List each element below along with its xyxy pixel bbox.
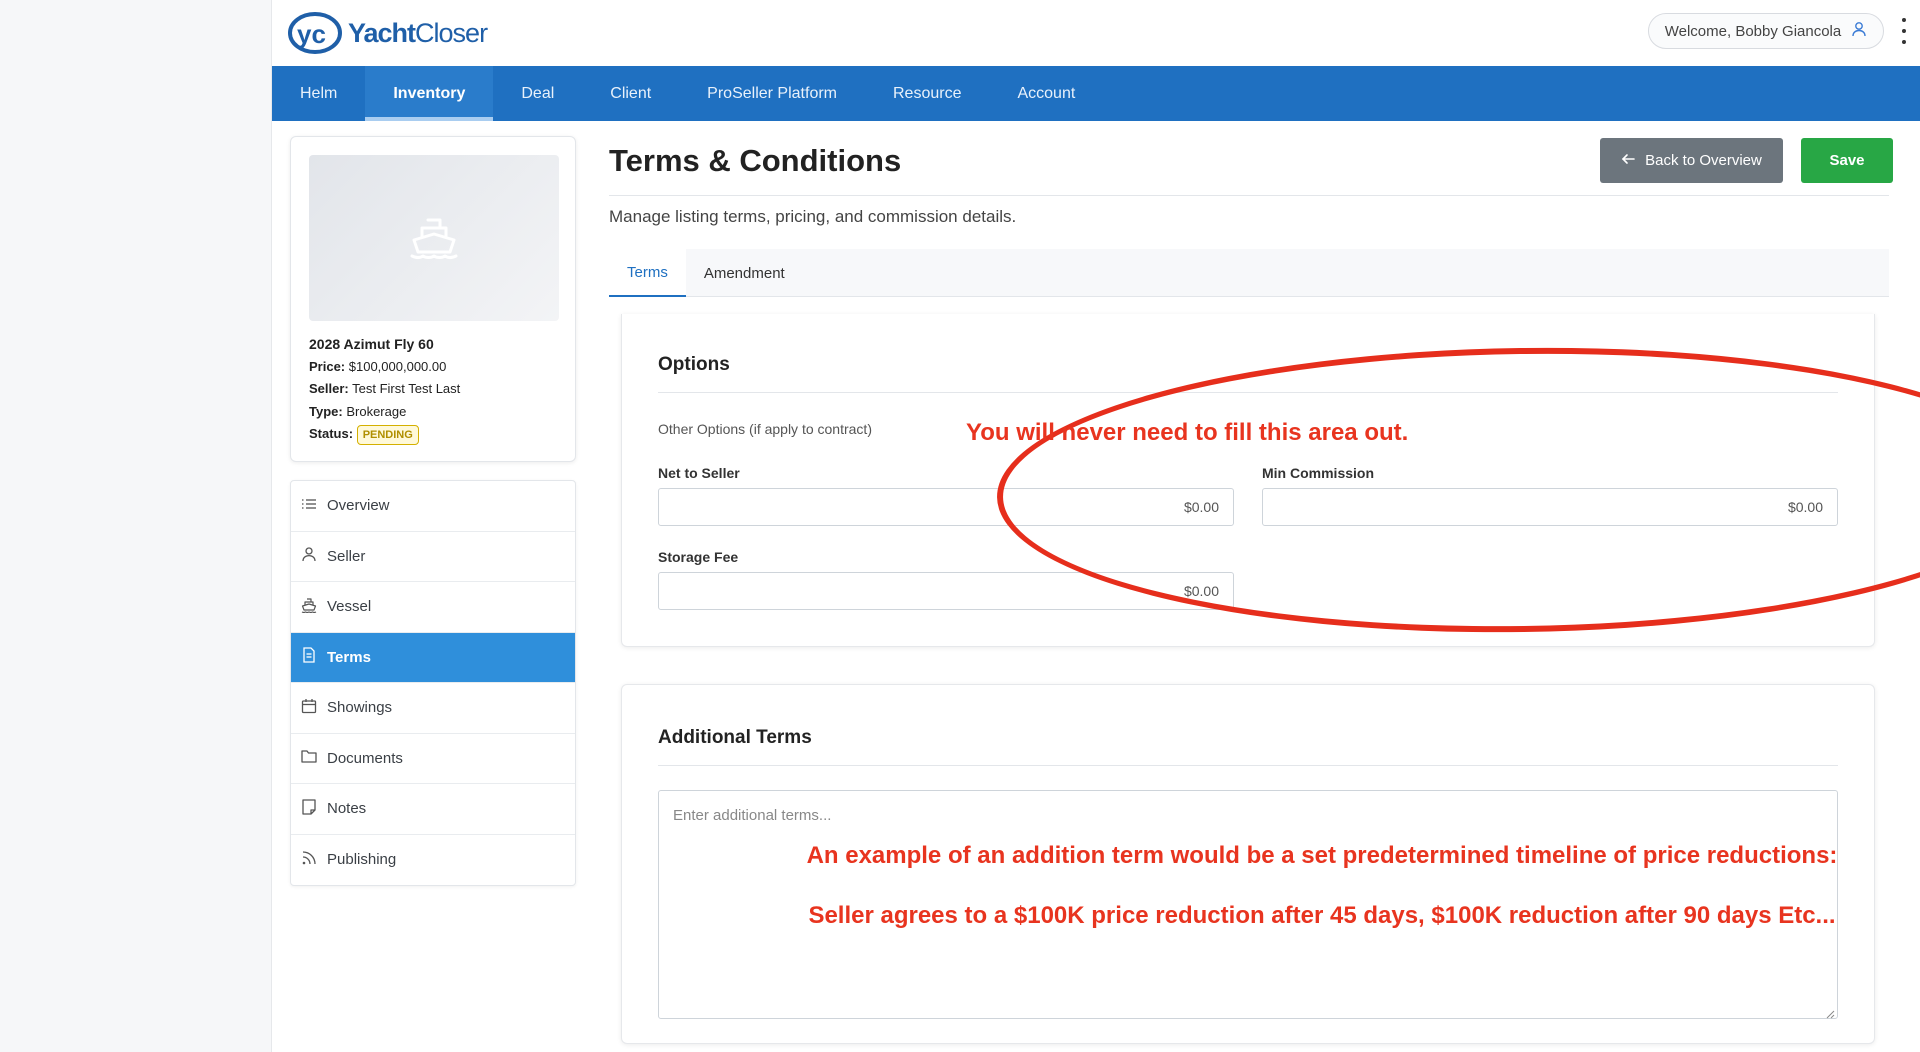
top-bar: yc YachtCloser Welcome, Bobby Giancola bbox=[272, 0, 1920, 66]
nav-client[interactable]: Client bbox=[582, 66, 679, 121]
net-to-seller-label: Net to Seller bbox=[658, 465, 740, 481]
vessel-summary-card: 2028 Azimut Fly 60 Price: $100,000,000.0… bbox=[290, 136, 576, 462]
sidebar-item-label: Documents bbox=[327, 749, 403, 767]
sidebar-item-label: Terms bbox=[327, 648, 371, 666]
options-panel: Options Other Options (if apply to contr… bbox=[621, 314, 1875, 647]
more-menu-icon[interactable] bbox=[1900, 18, 1908, 44]
net-to-seller-input[interactable]: $0.00 bbox=[658, 488, 1234, 526]
sidebar-item-seller[interactable]: Seller bbox=[291, 532, 575, 582]
storage-fee-label: Storage Fee bbox=[658, 549, 739, 565]
user-menu-button[interactable]: Welcome, Bobby Giancola bbox=[1648, 13, 1884, 49]
status-badge: PENDING bbox=[356, 425, 419, 445]
vessel-type: Brokerage bbox=[346, 403, 407, 419]
boat-icon bbox=[301, 597, 317, 617]
nav-deal[interactable]: Deal bbox=[493, 66, 582, 121]
vessel-seller: Test First Test Last bbox=[352, 381, 461, 396]
resize-grip-icon[interactable] bbox=[1825, 1006, 1835, 1019]
sidebar-item-label: Seller bbox=[327, 547, 366, 565]
sidebar-item-label: Publishing bbox=[327, 851, 397, 869]
vessel-price-row: Price: $100,000,000.00 bbox=[309, 358, 447, 374]
annotation-terms-note-2: Seller agrees to a $100K price reduction… bbox=[808, 902, 1836, 929]
note-icon bbox=[301, 799, 317, 819]
listing-sidebar-nav: Overview Seller Vessel Terms Showings Do… bbox=[290, 480, 576, 886]
sidebar-item-label: Notes bbox=[327, 800, 367, 818]
logo-wordmark: YachtCloser bbox=[348, 17, 488, 48]
annotation-options-note: You will never need to fill this area ou… bbox=[966, 419, 1409, 446]
nav-helm[interactable]: Helm bbox=[272, 66, 365, 121]
tab-terms[interactable]: Terms bbox=[609, 249, 686, 297]
vessel-image-placeholder bbox=[309, 155, 559, 321]
additional-terms-heading: Additional Terms bbox=[658, 727, 812, 748]
page-title: Terms & Conditions bbox=[609, 143, 902, 178]
main-nav: Helm Inventory Deal Client ProSeller Pla… bbox=[272, 66, 1920, 121]
logo-initials: yc bbox=[297, 19, 326, 49]
tab-amendment[interactable]: Amendment bbox=[686, 249, 803, 297]
nav-inventory[interactable]: Inventory bbox=[365, 66, 494, 121]
folder-icon bbox=[301, 748, 317, 768]
storage-fee-input[interactable]: $0.00 bbox=[658, 572, 1234, 610]
title-divider bbox=[609, 195, 1889, 196]
terms-tabs: Terms Amendment bbox=[609, 249, 1889, 297]
options-divider bbox=[658, 392, 1838, 393]
sidebar-item-overview[interactable]: Overview bbox=[291, 481, 575, 532]
welcome-text: Welcome, Bobby Giancola bbox=[1664, 22, 1842, 40]
vessel-status-row: Status: PENDING bbox=[309, 423, 460, 446]
rss-icon bbox=[301, 850, 317, 870]
nav-account[interactable]: Account bbox=[989, 66, 1103, 121]
list-icon bbox=[301, 496, 317, 516]
boat-icon bbox=[406, 208, 462, 269]
page-subtitle: Manage listing terms, pricing, and commi… bbox=[609, 207, 1017, 226]
sidebar-item-showings[interactable]: Showings bbox=[291, 683, 575, 734]
vessel-seller-row: Seller: Test First Test Last bbox=[309, 381, 461, 396]
sidebar-item-notes[interactable]: Notes bbox=[291, 784, 575, 835]
arrow-left-icon bbox=[1621, 152, 1635, 170]
annotation-terms-note-1: An example of an addition term would be … bbox=[806, 842, 1838, 869]
vessel-title: 2028 Azimut Fly 60 bbox=[309, 336, 434, 352]
document-icon bbox=[301, 647, 317, 667]
nav-resource[interactable]: Resource bbox=[865, 66, 989, 121]
app: yc YachtCloser Welcome, Bobby Giancola H… bbox=[272, 0, 1920, 1052]
vessel-price: $100,000,000.00 bbox=[348, 358, 447, 374]
sidebar-item-vessel[interactable]: Vessel bbox=[291, 582, 575, 633]
left-gutter bbox=[0, 0, 272, 1052]
sidebar-item-label: Overview bbox=[327, 497, 390, 515]
sidebar-item-publishing[interactable]: Publishing bbox=[291, 835, 575, 886]
logo-mark-icon: yc bbox=[288, 10, 344, 56]
min-commission-input[interactable]: $0.00 bbox=[1262, 488, 1838, 526]
vessel-info: 2028 Azimut Fly 60 Price: $100,000,000.0… bbox=[309, 333, 460, 446]
min-commission-label: Min Commission bbox=[1262, 465, 1375, 481]
sidebar-item-terms[interactable]: Terms bbox=[291, 632, 575, 683]
options-heading: Options bbox=[658, 354, 730, 375]
user-icon bbox=[301, 546, 317, 566]
save-button[interactable]: Save bbox=[1801, 138, 1893, 183]
calendar-icon bbox=[301, 698, 317, 718]
back-button-label: Back to Overview bbox=[1645, 152, 1762, 169]
additional-terms-divider bbox=[658, 765, 1838, 766]
other-options-label: Other Options (if apply to contract) bbox=[658, 421, 872, 437]
vessel-type-row: Type: Brokerage bbox=[309, 403, 407, 419]
back-to-overview-button[interactable]: Back to Overview bbox=[1600, 138, 1783, 183]
sidebar-item-documents[interactable]: Documents bbox=[291, 734, 575, 784]
sidebar-item-label: Vessel bbox=[327, 598, 372, 616]
textarea-placeholder: Enter additional terms... bbox=[673, 807, 832, 824]
user-icon bbox=[1851, 21, 1867, 41]
nav-proseller-platform[interactable]: ProSeller Platform bbox=[679, 66, 865, 121]
sidebar-item-label: Showings bbox=[327, 699, 393, 717]
yachtcloser-logo[interactable]: yc YachtCloser bbox=[288, 8, 488, 58]
